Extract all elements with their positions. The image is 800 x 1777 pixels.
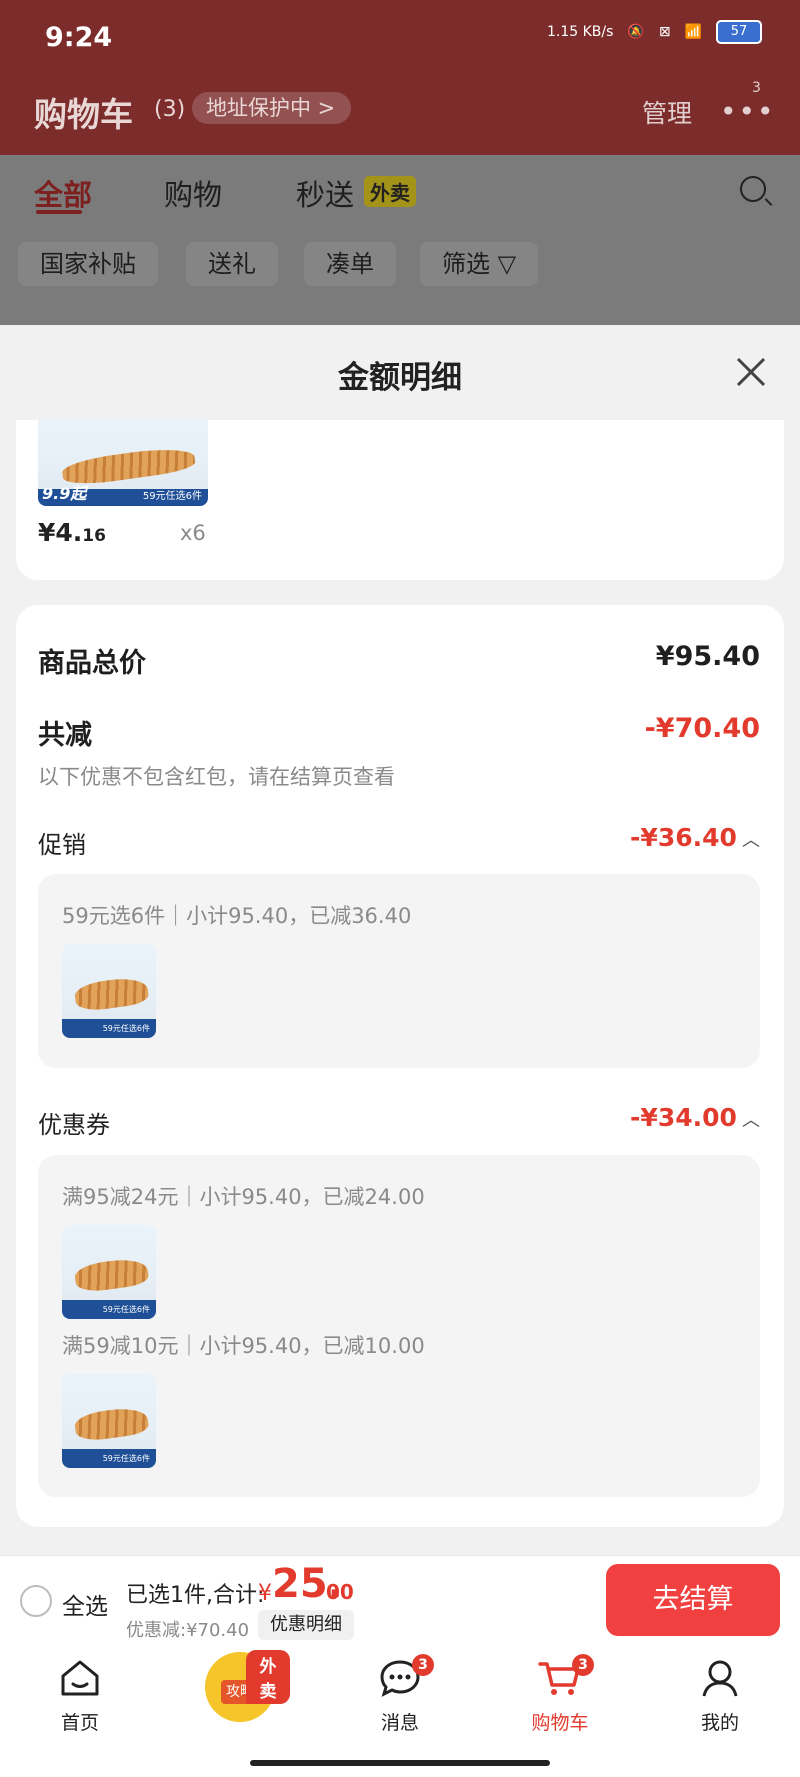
nav-home[interactable]: 首页 xyxy=(30,1658,130,1735)
item-price-dec: 16 xyxy=(82,526,106,546)
nav-messages-label: 消息 xyxy=(380,1712,419,1734)
promo-band: 59元任选6件 xyxy=(62,1449,156,1468)
nav-home-label: 首页 xyxy=(60,1712,99,1734)
mute-icon: 🔕 xyxy=(627,24,645,40)
total-value: ¥95.40 xyxy=(655,641,760,672)
selected-summary: 已选1件,合计: xyxy=(126,1583,265,1608)
coupon-product-thumb-1[interactable]: 59元任选6件 xyxy=(62,1225,156,1319)
total-amount-dec: 00 xyxy=(326,1580,354,1604)
promo-value: -¥36.40 xyxy=(630,823,737,852)
wifi-icon: 📶 xyxy=(684,24,702,40)
promo-product-thumb[interactable]: 59元任选6件 xyxy=(62,944,156,1038)
total-label: 商品总价 xyxy=(38,648,146,679)
more-icon[interactable]: ••• xyxy=(720,95,776,128)
close-icon[interactable] xyxy=(734,355,768,389)
select-all-label[interactable]: 全选 xyxy=(62,1587,108,1621)
battery-icon: 57 xyxy=(716,20,762,44)
product-image[interactable]: 59元任选6件 9.9起 xyxy=(38,420,208,506)
sheet-title: 金额明细 xyxy=(338,360,462,396)
address-protect-label: 地址保护中 > xyxy=(206,96,336,120)
status-icons: 1.15 KB/s 🔕 ⊠ 📶 57 xyxy=(547,20,762,44)
net-speed: 1.15 KB/s xyxy=(546,24,614,40)
filter-gift[interactable]: 送礼 xyxy=(186,242,278,286)
nav-cart[interactable]: 3 购物车 xyxy=(510,1654,610,1735)
profile-icon xyxy=(702,1660,738,1697)
chevron-up-icon: ︿ xyxy=(742,830,760,851)
coupon-value: -¥34.00 xyxy=(630,1103,737,1132)
discount-detail-button[interactable]: 优惠明细 xyxy=(258,1610,354,1640)
address-protect-button[interactable]: 地址保护中 > xyxy=(192,92,352,124)
search-icon[interactable] xyxy=(740,176,766,202)
more-badge: 3 xyxy=(752,80,761,96)
nav-mine-label: 我的 xyxy=(700,1712,739,1734)
tab-indicator xyxy=(36,210,82,214)
nav-mine[interactable]: 我的 xyxy=(670,1658,770,1735)
promo-label: 促销 xyxy=(38,831,86,859)
cart-count: (3) xyxy=(154,97,186,122)
home-icon xyxy=(61,1660,99,1696)
nav-cart-label: 购物车 xyxy=(531,1712,589,1734)
item-price: ¥4.16 xyxy=(38,518,106,547)
nav-messages[interactable]: 3 消息 xyxy=(350,1654,450,1735)
waimai-tag: 外卖 xyxy=(364,176,416,207)
manage-button[interactable]: 管理 xyxy=(642,94,692,130)
filter-bundle[interactable]: 凑单 xyxy=(304,242,396,286)
filter-national-subsidy[interactable]: 国家补贴 xyxy=(18,242,158,286)
page-title: 购物车 xyxy=(34,95,133,134)
filter-button[interactable]: 筛选 ▽ xyxy=(420,242,539,286)
coupon-rule-2: 满59减10元｜小计95.40，已减10.00 xyxy=(62,1334,425,1358)
gesture-bar xyxy=(250,1760,550,1766)
discount-summary: 优惠减:¥70.40 xyxy=(126,1620,250,1641)
checkout-button[interactable]: 去结算 xyxy=(606,1564,780,1636)
promo-band: 59元任选6件 xyxy=(62,1300,156,1319)
product-picture xyxy=(73,1404,151,1443)
item-qty: x6 xyxy=(180,521,206,545)
reduce-value: -¥70.40 xyxy=(644,713,760,744)
item-price-int: ¥4. xyxy=(38,518,83,547)
badge-price: 9.9起 xyxy=(42,484,87,503)
tab-shopping[interactable]: 购物 xyxy=(164,172,222,214)
select-all-radio[interactable] xyxy=(20,1585,52,1617)
coupon-label: 优惠券 xyxy=(38,1111,110,1139)
coupon-rule-1: 满95减24元｜小计95.40，已减24.00 xyxy=(62,1185,425,1209)
sim-icon: ⊠ xyxy=(658,24,671,40)
coupon-value-toggle[interactable]: -¥34.00 ︿ xyxy=(630,1103,760,1132)
promo-value-toggle[interactable]: -¥36.40 ︿ xyxy=(630,823,760,852)
product-picture xyxy=(73,1255,151,1294)
coupon-product-thumb-2[interactable]: 59元任选6件 xyxy=(62,1374,156,1468)
promo-band: 59元任选6件 xyxy=(62,1019,156,1038)
reduce-label: 共减 xyxy=(38,720,92,751)
total-currency: ¥ xyxy=(258,1581,272,1606)
nav-strategy[interactable]: 攻略 外卖 xyxy=(190,1650,290,1722)
tab-instant[interactable]: 秒送 xyxy=(296,172,354,214)
tab-all[interactable]: 全部 xyxy=(34,172,92,214)
reduce-note: 以下优惠不包含红包，请在结算页查看 xyxy=(38,765,395,789)
status-time: 9:24 xyxy=(45,22,113,53)
product-picture xyxy=(73,974,151,1013)
chevron-up-icon: ︿ xyxy=(742,1110,760,1131)
cart-badge: 3 xyxy=(572,1654,594,1676)
promo-rule: 59元选6件｜小计95.40，已减36.40 xyxy=(62,904,412,928)
waimai-nav-badge: 外卖 xyxy=(246,1650,290,1704)
messages-badge: 3 xyxy=(412,1654,434,1676)
